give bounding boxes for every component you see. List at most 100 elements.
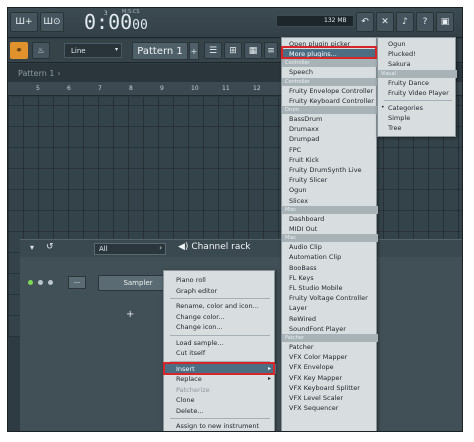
- plugin-menu-item[interactable]: Fruity Keyboard Controller: [282, 96, 378, 106]
- plugin-menu-item[interactable]: Slicex: [282, 196, 378, 206]
- context-menu-item[interactable]: Replace ▸: [164, 374, 276, 384]
- pan-knob-icon[interactable]: [38, 280, 43, 285]
- cut-icon[interactable]: ✕: [376, 12, 394, 32]
- side-menu-item[interactable]: • Categories: [378, 103, 457, 113]
- plugin-menu-item[interactable]: VFX Keyboard Splitter: [282, 383, 378, 393]
- plugin-menu-item[interactable]: Dashboard: [282, 214, 378, 224]
- context-menu-item[interactable]: Rename, color and icon...: [164, 301, 276, 311]
- channel-rack-title: ◀) Channel rack: [178, 242, 251, 252]
- time-display[interactable]: 3 0:00 00 M:S:CS: [84, 9, 148, 36]
- menu-category-header: Patcher: [282, 334, 378, 342]
- side-menu-item[interactable]: Fruity Dance: [378, 78, 457, 88]
- ruler-tick-label: 6: [67, 85, 71, 92]
- channel-filter-dropdown[interactable]: All ›: [94, 243, 166, 255]
- menu-separator: [170, 360, 270, 362]
- plugin-menu-item[interactable]: Fruity Slicer: [282, 175, 378, 185]
- plugin-menu-item[interactable]: ReWired: [282, 314, 378, 324]
- side-menu-item[interactable]: Ogun: [378, 39, 457, 49]
- side-menu-item-label: Simple: [388, 114, 411, 123]
- arrow-down-icon[interactable]: ▾: [30, 243, 34, 252]
- context-menu-item[interactable]: Delete...: [164, 406, 276, 416]
- snap-icon[interactable]: Ш⊙: [40, 12, 64, 32]
- plugin-menu-item[interactable]: Open plugin picker: [282, 39, 378, 49]
- channel-rack-icon[interactable]: ▦: [244, 42, 262, 59]
- plugin-menu-item[interactable]: Automation Clip: [282, 252, 378, 262]
- channel-led-green[interactable]: [28, 280, 33, 285]
- context-menu-item-label: Replace: [176, 375, 202, 383]
- main-toolbar: Ш+ Ш⊙ 3 0:00 00 M:S:CS 132 MB: [8, 8, 462, 38]
- plugin-menu-item[interactable]: Patcher: [282, 342, 378, 352]
- add-pattern-button[interactable]: +: [189, 42, 199, 60]
- plugin-menu-item[interactable]: Fruit Kick: [282, 155, 378, 165]
- plugin-menu-item[interactable]: VFX Color Mapper: [282, 352, 378, 362]
- side-menu-item[interactable]: Sakura: [378, 59, 457, 69]
- context-menu-item[interactable]: Assign to new instrument track: [164, 421, 276, 431]
- side-menu-item-label: Fruity Video Player: [388, 88, 449, 97]
- plugin-menu-item[interactable]: Drumaxx: [282, 124, 378, 134]
- plugin-menu-item[interactable]: BooBass: [282, 263, 378, 273]
- plugin-menu-item[interactable]: SoundFont Player: [282, 324, 378, 334]
- mic-icon[interactable]: ♪: [396, 12, 414, 32]
- context-menu-item[interactable]: Graph editor: [164, 286, 276, 296]
- side-menu-item[interactable]: Tree: [378, 123, 457, 133]
- plugin-menu-item[interactable]: Fruity DrumSynth Live: [282, 165, 378, 175]
- plugin-menu-item[interactable]: Audio Clip: [282, 242, 378, 252]
- volume-knob-icon[interactable]: [48, 280, 53, 285]
- context-menu-item[interactable]: Change icon...: [164, 322, 276, 332]
- plugin-menu-item[interactable]: Fruity Envelope Controller: [282, 86, 378, 96]
- context-menu-item[interactable]: Insert ▸: [164, 363, 276, 374]
- context-menu-item[interactable]: Clone: [164, 395, 276, 405]
- plugin-menu-item[interactable]: Speech: [282, 67, 378, 77]
- side-menu-item[interactable]: Fruity Video Player: [378, 88, 457, 98]
- context-menu-item-label: Rename, color and icon...: [176, 302, 259, 310]
- menu-category-header: Visual: [378, 69, 457, 78]
- plugin-menu-item[interactable]: Drumpad: [282, 134, 378, 144]
- menu-category-header: Controller: [282, 59, 378, 68]
- time-format-label: M:S:CS: [122, 9, 140, 15]
- side-menu-item-label: Ogun: [388, 40, 406, 48]
- refresh-icon[interactable]: ↺: [46, 242, 54, 252]
- mixer-icon[interactable]: ♨: [32, 42, 50, 59]
- ruler-tick-label: 7: [98, 85, 102, 92]
- mixer-track-button[interactable]: ---: [68, 276, 86, 289]
- plugin-menu-item[interactable]: FPC: [282, 145, 378, 155]
- add-channel-button[interactable]: +: [126, 309, 134, 320]
- help-icon[interactable]: ?: [416, 12, 434, 32]
- plugin-side-menu: Ogun Plucked! Sakura Visual Fruity Dance Frui…: [377, 37, 457, 137]
- plugin-menu-item[interactable]: VFX Envelope: [282, 362, 378, 372]
- plugin-menu-item[interactable]: Fruity Voltage Controller: [282, 293, 378, 303]
- playlist-icon[interactable]: ☰: [204, 42, 222, 59]
- link-icon[interactable]: ⚭: [10, 42, 28, 59]
- plugin-menu-item[interactable]: Ogun: [282, 185, 378, 195]
- plugin-menu-item[interactable]: FL Studio Mobile: [282, 283, 378, 293]
- snap-dropdown-label: Line: [71, 46, 86, 55]
- channel-rack-header: ▾ ↺ All › ◀) Channel rack: [20, 239, 462, 257]
- context-menu-item[interactable]: Load sample...: [164, 338, 276, 348]
- typing-keyboard-icon[interactable]: Ш+: [10, 12, 38, 32]
- context-menu-item[interactable]: Cut itself: [164, 348, 276, 358]
- context-menu-item[interactable]: Piano roll: [164, 275, 276, 285]
- context-menu-item[interactable]: Change color...: [164, 312, 276, 322]
- context-menu-item-label: Graph editor: [176, 286, 218, 295]
- piano-roll-icon[interactable]: ⊞: [224, 42, 242, 59]
- plugin-menu-item[interactable]: FL Keys: [282, 273, 378, 283]
- pattern-selector[interactable]: Pattern 1: [132, 42, 188, 60]
- menu-category-header: Misc: [282, 205, 378, 214]
- context-menu-item-label: Load sample...: [176, 338, 224, 347]
- plugin-menu-item[interactable]: MIDI Out: [282, 224, 378, 234]
- plugin-menu-item[interactable]: BassDrum: [282, 114, 378, 124]
- plugin-menu-item[interactable]: VFX Sequencer: [282, 403, 378, 413]
- plugin-menu-item[interactable]: VFX Key Mapper: [282, 373, 378, 383]
- save-icon[interactable]: ▣: [436, 12, 454, 32]
- side-menu-item[interactable]: Plucked!: [378, 49, 457, 59]
- side-menu-item[interactable]: Simple: [378, 113, 457, 123]
- snap-dropdown[interactable]: Line ▾: [64, 43, 122, 58]
- plugin-menu-item[interactable]: VFX Level Scaler: [282, 393, 378, 403]
- plugin-menu-item[interactable]: More plugins...: [282, 49, 378, 60]
- context-menu-item-label: Piano roll: [176, 276, 206, 284]
- plugin-menu-item[interactable]: Layer: [282, 303, 378, 313]
- side-menu-item-label: Plucked!: [388, 50, 416, 59]
- browser-icon[interactable]: ≡: [264, 42, 278, 59]
- undo-icon[interactable]: ↶: [356, 12, 374, 32]
- menu-separator: [384, 100, 452, 101]
